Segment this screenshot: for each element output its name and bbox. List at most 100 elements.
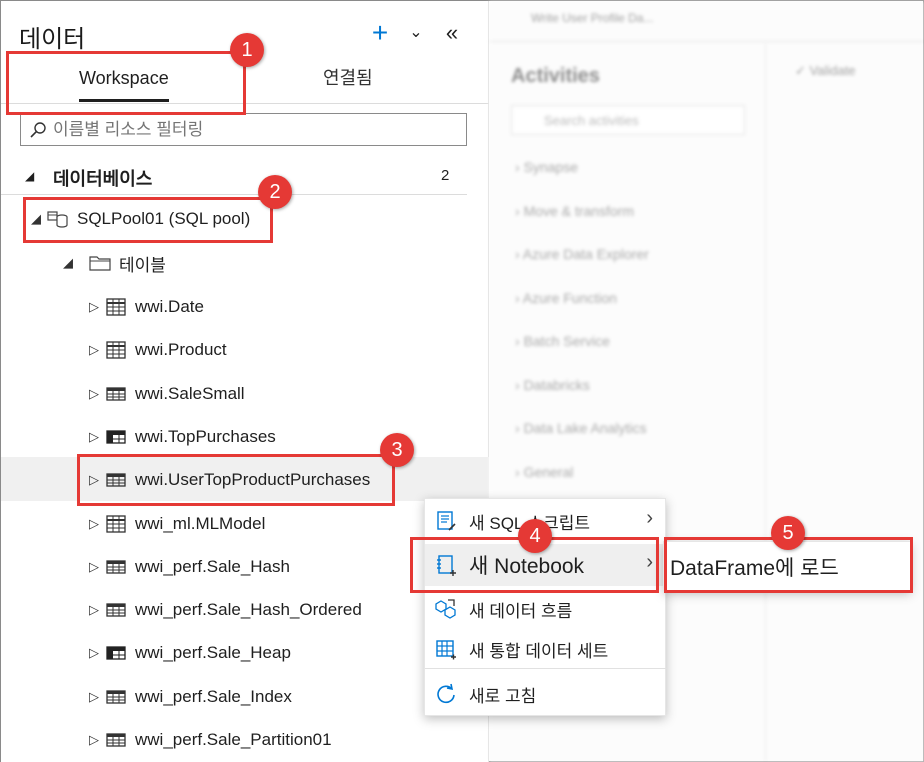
table-icon <box>105 600 127 620</box>
table-row[interactable]: ▷ wwi_perf.Sale_Hash_Ordered <box>89 592 362 628</box>
activity-group[interactable]: › Synapse <box>515 159 578 175</box>
pipeline-tab[interactable]: Write User Profile Da... <box>509 11 739 37</box>
caret-expanded-icon: ◢ <box>25 169 35 183</box>
menu-item-refresh[interactable]: 새로 고침 <box>425 674 667 714</box>
activities-search-input[interactable]: Search activities <box>511 105 745 135</box>
menu-item-new-dataflow[interactable]: 새 데이터 흐름 <box>425 589 667 629</box>
caret-collapsed-icon[interactable]: ▷ <box>89 689 105 705</box>
chevron-right-icon: › <box>515 376 524 393</box>
caret-collapsed-icon[interactable]: ▷ <box>89 516 105 532</box>
table-name: wwi_perf.Sale_Index <box>135 687 292 706</box>
table-row[interactable]: ▷ wwi.SaleSmall <box>89 376 245 412</box>
dataset-icon <box>435 638 457 665</box>
filter-search-box[interactable] <box>20 113 467 146</box>
table-name: wwi.Date <box>135 297 204 316</box>
table-name: wwi.SaleSmall <box>135 384 245 403</box>
table-icon <box>105 384 127 404</box>
table-row[interactable]: ▷ wwi_perf.Sale_Index <box>89 679 292 715</box>
activity-group-label: Move & transform <box>523 202 635 219</box>
chevron-right-icon: › <box>515 463 524 480</box>
activity-group[interactable]: › Azure Function <box>515 290 617 306</box>
tree-item-label: 테이블 <box>119 255 166 275</box>
active-tab-indicator <box>79 99 169 102</box>
tab-workspace[interactable]: Workspace <box>79 56 169 104</box>
divider <box>489 41 924 42</box>
activity-group-label: Synapse <box>523 159 579 175</box>
databases-section-header[interactable]: ◢ 데이터베이스 2 <box>1 159 467 195</box>
menu-item-label: 새 Notebook <box>469 555 585 578</box>
table-icon <box>105 687 127 707</box>
validate-label: Validate <box>809 63 856 78</box>
caret-collapsed-icon[interactable]: ▷ <box>89 559 105 575</box>
caret-collapsed-icon[interactable]: ▷ <box>89 602 105 618</box>
table-row[interactable]: ▷ wwi_perf.Sale_Partition01 <box>89 722 332 758</box>
table-icon <box>105 730 127 750</box>
menu-item-load-to-dataframe[interactable]: DataFrame에 로드 <box>670 552 839 582</box>
add-icon[interactable]: + <box>369 19 391 47</box>
table-row[interactable]: ▷ wwi.UserTopProductPurchases <box>89 462 370 498</box>
activity-group-label: Data Lake Analytics <box>523 420 647 436</box>
tree-item-tables-folder[interactable]: ◢ 테이블 <box>63 245 166 281</box>
activity-group[interactable]: › Data Lake Analytics <box>515 420 647 436</box>
table-name: wwi_perf.Sale_Hash <box>135 557 290 576</box>
callout-badge-1: 1 <box>230 33 264 67</box>
filter-search-input[interactable] <box>53 119 453 140</box>
tree-item-sqlpool01[interactable]: ◢ SQLPool01 (SQL pool) <box>31 201 250 237</box>
activity-group[interactable]: › General <box>515 464 573 480</box>
caret-collapsed-icon[interactable]: ▷ <box>89 472 105 488</box>
chevron-right-icon: › <box>515 289 523 306</box>
activity-group-label: Azure Data Explorer <box>522 246 649 262</box>
activity-group[interactable]: › Batch Service <box>515 333 610 349</box>
table-name: wwi.TopPurchases <box>135 427 276 446</box>
table-row[interactable]: ▷ wwi_perf.Sale_Heap <box>89 635 291 671</box>
table-row[interactable]: ▷ wwi_ml.MLModel <box>89 506 265 542</box>
menu-item-label: 새로 고침 <box>469 686 537 706</box>
chevron-right-icon: › <box>515 246 523 262</box>
search-icon <box>30 121 46 138</box>
callout-badge-4: 4 <box>518 519 552 553</box>
chevron-right-icon: › <box>515 333 524 349</box>
table-row[interactable]: ▷ wwi.Date <box>89 289 204 325</box>
expand-all-icon[interactable]: ⌄ <box>405 19 427 47</box>
chevron-right-icon: › <box>646 551 653 573</box>
caret-collapsed-icon[interactable]: ▷ <box>89 429 105 445</box>
activity-group-label: General <box>523 463 574 480</box>
data-panel: 데이터 + ⌄ « Workspace 연결됨 ◢ 데이터베이스 2 ◢ <box>1 1 489 762</box>
activity-group[interactable]: › Azure Data Explorer <box>515 246 649 262</box>
panel-title: 데이터 <box>19 26 86 53</box>
menu-item-new-integration-dataset[interactable]: 새 통합 데이터 세트 <box>425 629 667 669</box>
table-name: wwi_perf.Sale_Partition01 <box>135 730 332 749</box>
activity-group[interactable]: › Move & transform <box>515 203 634 219</box>
notebook-icon <box>435 554 457 581</box>
tab-workspace-label: Workspace <box>79 68 169 88</box>
table-dark-icon <box>105 643 127 663</box>
activities-title: Activities <box>511 65 600 87</box>
table-row[interactable]: ▷ wwi_perf.Sale_Hash <box>89 549 290 585</box>
caret-collapsed-icon[interactable]: ▷ <box>89 386 105 402</box>
caret-collapsed-icon[interactable]: ▷ <box>89 732 105 748</box>
panel-header-actions: + ⌄ « <box>369 19 463 47</box>
table-row[interactable]: ▷ wwi.TopPurchases <box>89 419 276 455</box>
caret-expanded-icon: ◢ <box>63 255 73 270</box>
table-name: wwi.Product <box>135 340 227 359</box>
caret-collapsed-icon[interactable]: ▷ <box>89 342 105 358</box>
menu-item-new-notebook[interactable]: 새 Notebook › <box>425 544 667 586</box>
chevron-right-icon: › <box>515 420 524 436</box>
caret-collapsed-icon[interactable]: ▷ <box>89 645 105 661</box>
divider <box>765 41 766 762</box>
caret-expanded-icon: ◢ <box>31 211 41 226</box>
sql-script-icon <box>435 510 457 537</box>
table-name: wwi.UserTopProductPurchases <box>135 470 371 489</box>
refresh-icon <box>435 683 457 710</box>
callout-badge-2: 2 <box>258 175 292 209</box>
caret-collapsed-icon[interactable]: ▷ <box>89 299 105 315</box>
databases-section-label: 데이터베이스 <box>53 169 153 189</box>
callout-badge-5: 5 <box>771 516 805 550</box>
validate-button[interactable]: ✓ Validate <box>795 63 856 79</box>
activity-group[interactable]: › Databricks <box>515 377 590 393</box>
activity-group-label: Azure Function <box>522 289 617 306</box>
tab-linked[interactable]: 연결됨 <box>323 56 373 104</box>
collapse-panel-icon[interactable]: « <box>441 19 463 47</box>
table-row[interactable]: ▷ wwi.Product <box>89 332 227 368</box>
table-name: wwi_ml.MLModel <box>135 514 266 533</box>
